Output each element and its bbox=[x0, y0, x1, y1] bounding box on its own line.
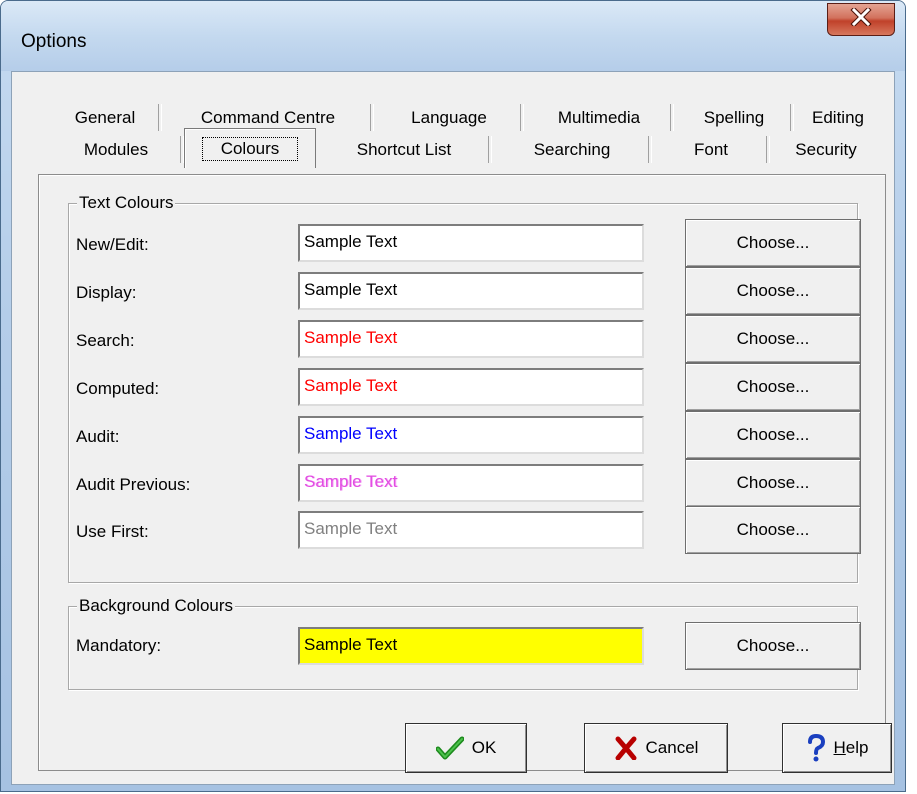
cancel-label: Cancel bbox=[645, 738, 699, 757]
new-edit-label: New/Edit: bbox=[76, 235, 149, 254]
checkmark-icon bbox=[435, 736, 464, 760]
options-dialog: Options General Command Centre Language … bbox=[0, 0, 906, 792]
tab-multimedia[interactable]: Multimedia bbox=[524, 101, 674, 134]
tab-language[interactable]: Language bbox=[374, 101, 524, 134]
close-icon bbox=[850, 6, 872, 31]
tab-security[interactable]: Security bbox=[770, 133, 882, 166]
title-bar[interactable]: Options bbox=[1, 1, 905, 71]
cancel-button[interactable]: Cancel bbox=[584, 723, 728, 773]
tab-colours[interactable]: Colours bbox=[184, 128, 316, 168]
display-choose-button[interactable]: Choose... bbox=[685, 267, 861, 315]
question-mark-icon bbox=[806, 734, 826, 762]
new-edit-sample: Sample Text bbox=[298, 224, 644, 262]
display-sample: Sample Text bbox=[298, 272, 644, 310]
search-label: Search: bbox=[76, 331, 135, 350]
tab-editing[interactable]: Editing bbox=[794, 101, 882, 134]
mandatory-choose-button[interactable]: Choose... bbox=[685, 622, 861, 670]
audit-previous-sample: Sample Text bbox=[298, 464, 644, 502]
colours-tab-panel: Text Colours New/Edit: Sample Text Choos… bbox=[38, 174, 886, 771]
tab-general[interactable]: General bbox=[48, 101, 162, 134]
mandatory-label: Mandatory: bbox=[76, 636, 162, 655]
tab-modules[interactable]: Modules bbox=[48, 133, 184, 166]
ok-button[interactable]: OK bbox=[405, 723, 527, 773]
audit-previous-choose-button[interactable]: Choose... bbox=[685, 459, 861, 507]
use-first-choose-button[interactable]: Choose... bbox=[685, 506, 861, 554]
audit-choose-button[interactable]: Choose... bbox=[685, 411, 861, 459]
window-title: Options bbox=[21, 31, 87, 52]
computed-sample: Sample Text bbox=[298, 368, 644, 406]
use-first-label: Use First: bbox=[76, 522, 149, 541]
close-button[interactable] bbox=[827, 3, 895, 36]
audit-previous-label: Audit Previous: bbox=[76, 475, 191, 494]
computed-choose-button[interactable]: Choose... bbox=[685, 363, 861, 411]
computed-label: Computed: bbox=[76, 379, 160, 398]
background-colours-group-label: Background Colours bbox=[77, 595, 236, 617]
ok-label: OK bbox=[471, 738, 497, 757]
tab-searching[interactable]: Searching bbox=[492, 133, 652, 166]
tab-shortcut-list[interactable]: Shortcut List bbox=[316, 133, 492, 166]
new-edit-choose-button[interactable]: Choose... bbox=[685, 219, 861, 267]
tab-spelling[interactable]: Spelling bbox=[674, 101, 794, 134]
search-choose-button[interactable]: Choose... bbox=[685, 315, 861, 363]
dialog-client-area: General Command Centre Language Multimed… bbox=[11, 71, 895, 785]
background-colours-group: Background Colours Mandatory: Sample Tex… bbox=[68, 595, 861, 690]
x-icon bbox=[614, 736, 638, 760]
search-sample: Sample Text bbox=[298, 320, 644, 358]
help-button[interactable]: Help bbox=[782, 723, 892, 773]
help-label: Help bbox=[833, 738, 869, 757]
mandatory-sample: Sample Text bbox=[298, 627, 644, 665]
text-colours-group: Text Colours New/Edit: Sample Text Choos… bbox=[68, 192, 861, 583]
text-colours-group-label: Text Colours bbox=[77, 192, 176, 214]
audit-label: Audit: bbox=[76, 427, 120, 446]
tab-font[interactable]: Font bbox=[652, 133, 770, 166]
use-first-sample: Sample Text bbox=[298, 511, 644, 549]
display-label: Display: bbox=[76, 283, 137, 302]
audit-sample: Sample Text bbox=[298, 416, 644, 454]
